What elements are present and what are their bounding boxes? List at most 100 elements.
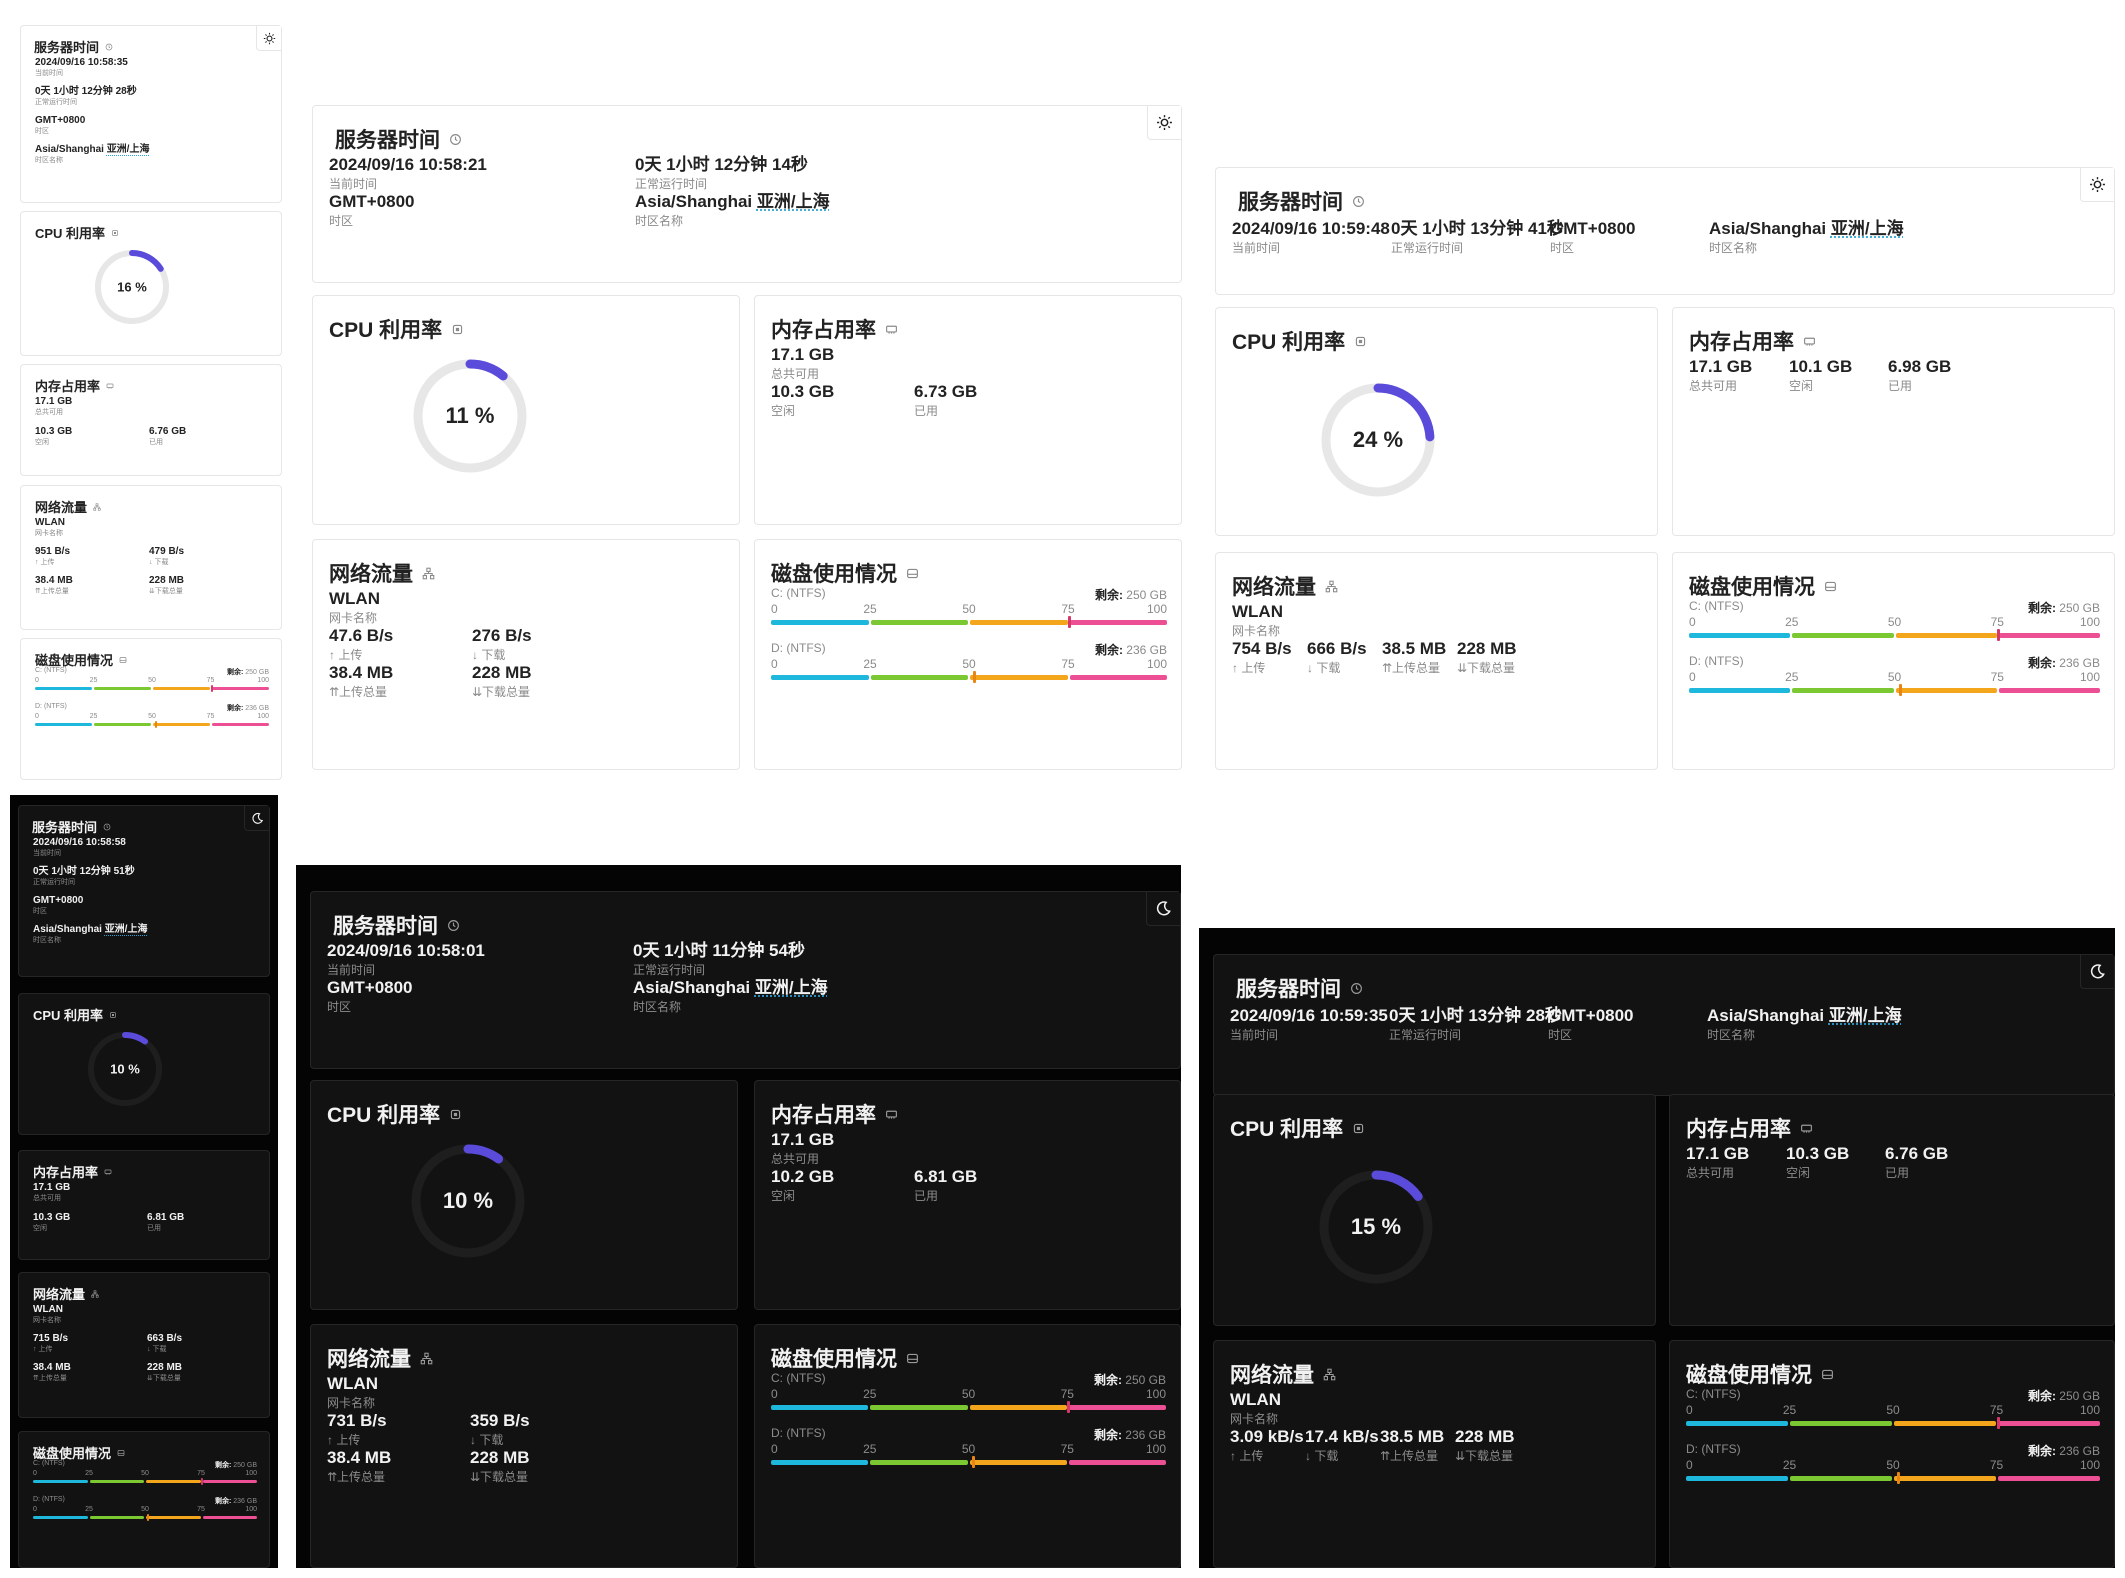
uptime-group: 0天 1小时 12分钟 51秒 正常运行时间 — [33, 865, 135, 888]
memory-card: 内存占用率 17.1 GB 总共可用 10.3 GB 空闲 6.73 GB 已用 — [754, 295, 1182, 525]
upload-total-group: 38.4 MB ⇈上传总量 — [35, 574, 73, 597]
card-title: 内存占用率 — [33, 1162, 112, 1181]
card-title-text: 网络流量 — [327, 1348, 411, 1371]
memory-total-group: 17.1 GB 总共可用 — [1686, 1143, 1749, 1181]
disk-free-value: 250 GB — [2059, 1389, 2100, 1403]
upload-speed: 731 B/s — [327, 1411, 387, 1430]
nic-name: WLAN — [1230, 1390, 1281, 1409]
tz-cn-link[interactable]: 亚洲/上海 — [1829, 1006, 1902, 1025]
download-total-group: 228 MB ⇊下载总量 — [1455, 1426, 1515, 1464]
theme-toggle-sun-button[interactable] — [256, 26, 281, 51]
card-title-text: 磁盘使用情况 — [771, 563, 897, 586]
theme-toggle-moon-button[interactable] — [244, 806, 269, 831]
disk-bar-segment — [771, 620, 869, 625]
disk-tick: 50 — [1887, 615, 1902, 629]
memory-used-group: 6.73 GB 已用 — [914, 381, 977, 419]
tz-cn-link[interactable]: 亚洲/上海 — [1831, 219, 1904, 238]
tz-cn-link[interactable]: 亚洲/上海 — [755, 978, 828, 997]
card-title-text: 磁盘使用情况 — [1686, 1364, 1812, 1387]
nic-name: WLAN — [33, 1304, 63, 1315]
server-time-card: 服务器时间 2024/09/16 10:59:48 当前时间 0天 1小时 13分钟 … — [1215, 167, 2115, 295]
disk-bar-segment — [969, 1460, 1067, 1465]
disk-free-label: 剩余: — [2027, 1389, 2056, 1403]
uptime: 0天 1小时 13分钟 28秒 — [1389, 1006, 1562, 1025]
disk-tick: 0 — [771, 1442, 778, 1456]
moon-icon — [1155, 900, 1172, 917]
disk-icon — [906, 567, 919, 580]
disk-tick: 75 — [206, 677, 215, 684]
theme-toggle-moon-button[interactable] — [2080, 955, 2114, 989]
disk-ticks: 0 25 50 75 100 — [771, 1442, 1166, 1456]
memory-used-label: 已用 — [147, 1225, 161, 1232]
nic-name-group: WLAN 网卡名称 — [329, 588, 380, 626]
disk-tick: 100 — [1146, 657, 1167, 671]
download-total-label: ⇊下载总量 — [472, 685, 531, 699]
disk-free-label: 剩余: — [1093, 1373, 1122, 1387]
memory-total-group: 17.1 GB 总共可用 — [1689, 356, 1752, 394]
current-time: 2024/09/16 10:58:35 — [35, 57, 128, 68]
disk-bar-segment — [146, 1516, 201, 1519]
clock-icon — [449, 133, 462, 146]
disk-bar-segment — [771, 675, 869, 680]
moon-icon — [251, 812, 264, 825]
memory-free: 10.1 GB — [1789, 357, 1853, 376]
theme-toggle-sun-button[interactable] — [1147, 106, 1181, 140]
card-title: 网络流量 — [33, 1284, 99, 1303]
disk-bar-segment — [212, 687, 269, 690]
card-title: 网络流量 — [1232, 571, 1338, 601]
server-time-card: 服务器时间 2024/09/16 10:58:01 当前时间 0天 1小时 11分钟 … — [310, 891, 1181, 1069]
disk-c: C: (NTFS) 剩余: 250 GB 0 25 50 75 100 — [33, 1460, 257, 1488]
tz-cn-link[interactable]: 亚洲/上海 — [757, 192, 830, 211]
cpu-icon — [451, 323, 464, 336]
disk-name: D: (NTFS) — [35, 703, 67, 710]
download-total: 228 MB — [470, 1448, 530, 1467]
cpu-card: CPU 利用率 10 % — [18, 993, 270, 1135]
memory-free-group: 10.3 GB 空闲 — [771, 381, 834, 419]
nic-name-label: 网卡名称 — [329, 611, 378, 625]
current-time: 2024/09/16 10:59:35 — [1230, 1006, 1388, 1025]
disk-bar-segment — [153, 723, 210, 726]
upload-total-label: ⇈上传总量 — [1380, 1449, 1439, 1463]
theme-toggle-sun-button[interactable] — [2080, 168, 2114, 202]
disk-tick: 0 — [1686, 1458, 1693, 1472]
tz-cn-link[interactable]: 亚洲/上海 — [107, 144, 150, 155]
tz-city: Asia/Shanghai — [635, 192, 753, 211]
cpu-value: 15 % — [1350, 1214, 1402, 1239]
disk-bar-segment — [1895, 633, 1997, 638]
timezone-name-label: 时区名称 — [1707, 1028, 1756, 1042]
dashboard-panel-light: 服务器时间 2024/09/16 10:58:21 当前时间 0天 1小时 12分钟 … — [312, 105, 1182, 770]
cpu-gauge: 15 % — [1315, 1166, 1437, 1288]
disk-free-value: 250 GB — [1125, 1373, 1166, 1387]
download-speed: 479 B/s — [149, 546, 185, 557]
upload-total-label: ⇈上传总量 — [33, 1375, 67, 1382]
disk-usage-bar — [33, 1516, 257, 1519]
disk-tick: 100 — [1145, 1442, 1166, 1456]
uptime-label: 正常运行时间 — [1389, 1028, 1462, 1042]
server-time-card: 服务器时间 2024/09/16 10:59:35 当前时间 0天 1小时 13分钟 … — [1213, 954, 2115, 1096]
network-card: 网络流量 WLAN 网卡名称 3.09 kB/s ↑ 上传 17.4 kB/s ↓ 下载 38… — [1213, 1340, 1656, 1568]
nic-name-label: 网卡名称 — [327, 1396, 376, 1410]
timezone-name-group: Asia/Shanghai 亚洲/上海 时区名称 — [1707, 1005, 1902, 1043]
disk-usage-marker — [201, 1478, 204, 1485]
upload-total: 38.5 MB — [1380, 1427, 1445, 1446]
memory-used: 6.76 GB — [149, 426, 187, 437]
disk-tick: 50 — [141, 1506, 149, 1513]
timezone-label: 时区 — [1548, 1028, 1573, 1042]
timezone-group: GMT+0800 时区 — [1550, 218, 1636, 256]
card-title: 内存占用率 — [1689, 326, 1816, 356]
download-total-label: ⇊下载总量 — [1457, 661, 1516, 675]
memory-free-label: 空闲 — [771, 404, 796, 418]
disk-free-label: 剩余: — [1093, 1428, 1122, 1442]
server-time-card: 服务器时间 2024/09/16 10:58:35 当前时间 0天 1小时 12分钟 … — [20, 25, 282, 203]
download-total: 228 MB — [1457, 639, 1517, 658]
upload-total-label: ⇈上传总量 — [1382, 661, 1441, 675]
disk-tick: 25 — [863, 1442, 877, 1456]
timezone-name-group: Asia/Shanghai 亚洲/上海 时区名称 — [1709, 218, 1904, 256]
tz-cn-link[interactable]: 亚洲/上海 — [105, 924, 148, 935]
card-title: 磁盘使用情况 — [771, 1343, 919, 1373]
cpu-icon — [449, 1108, 462, 1121]
disk-tick: 100 — [1146, 602, 1167, 616]
theme-toggle-moon-button[interactable] — [1146, 892, 1180, 926]
disk-bar-segment — [1686, 1476, 1788, 1481]
disk-bar-segment — [1068, 1405, 1166, 1410]
